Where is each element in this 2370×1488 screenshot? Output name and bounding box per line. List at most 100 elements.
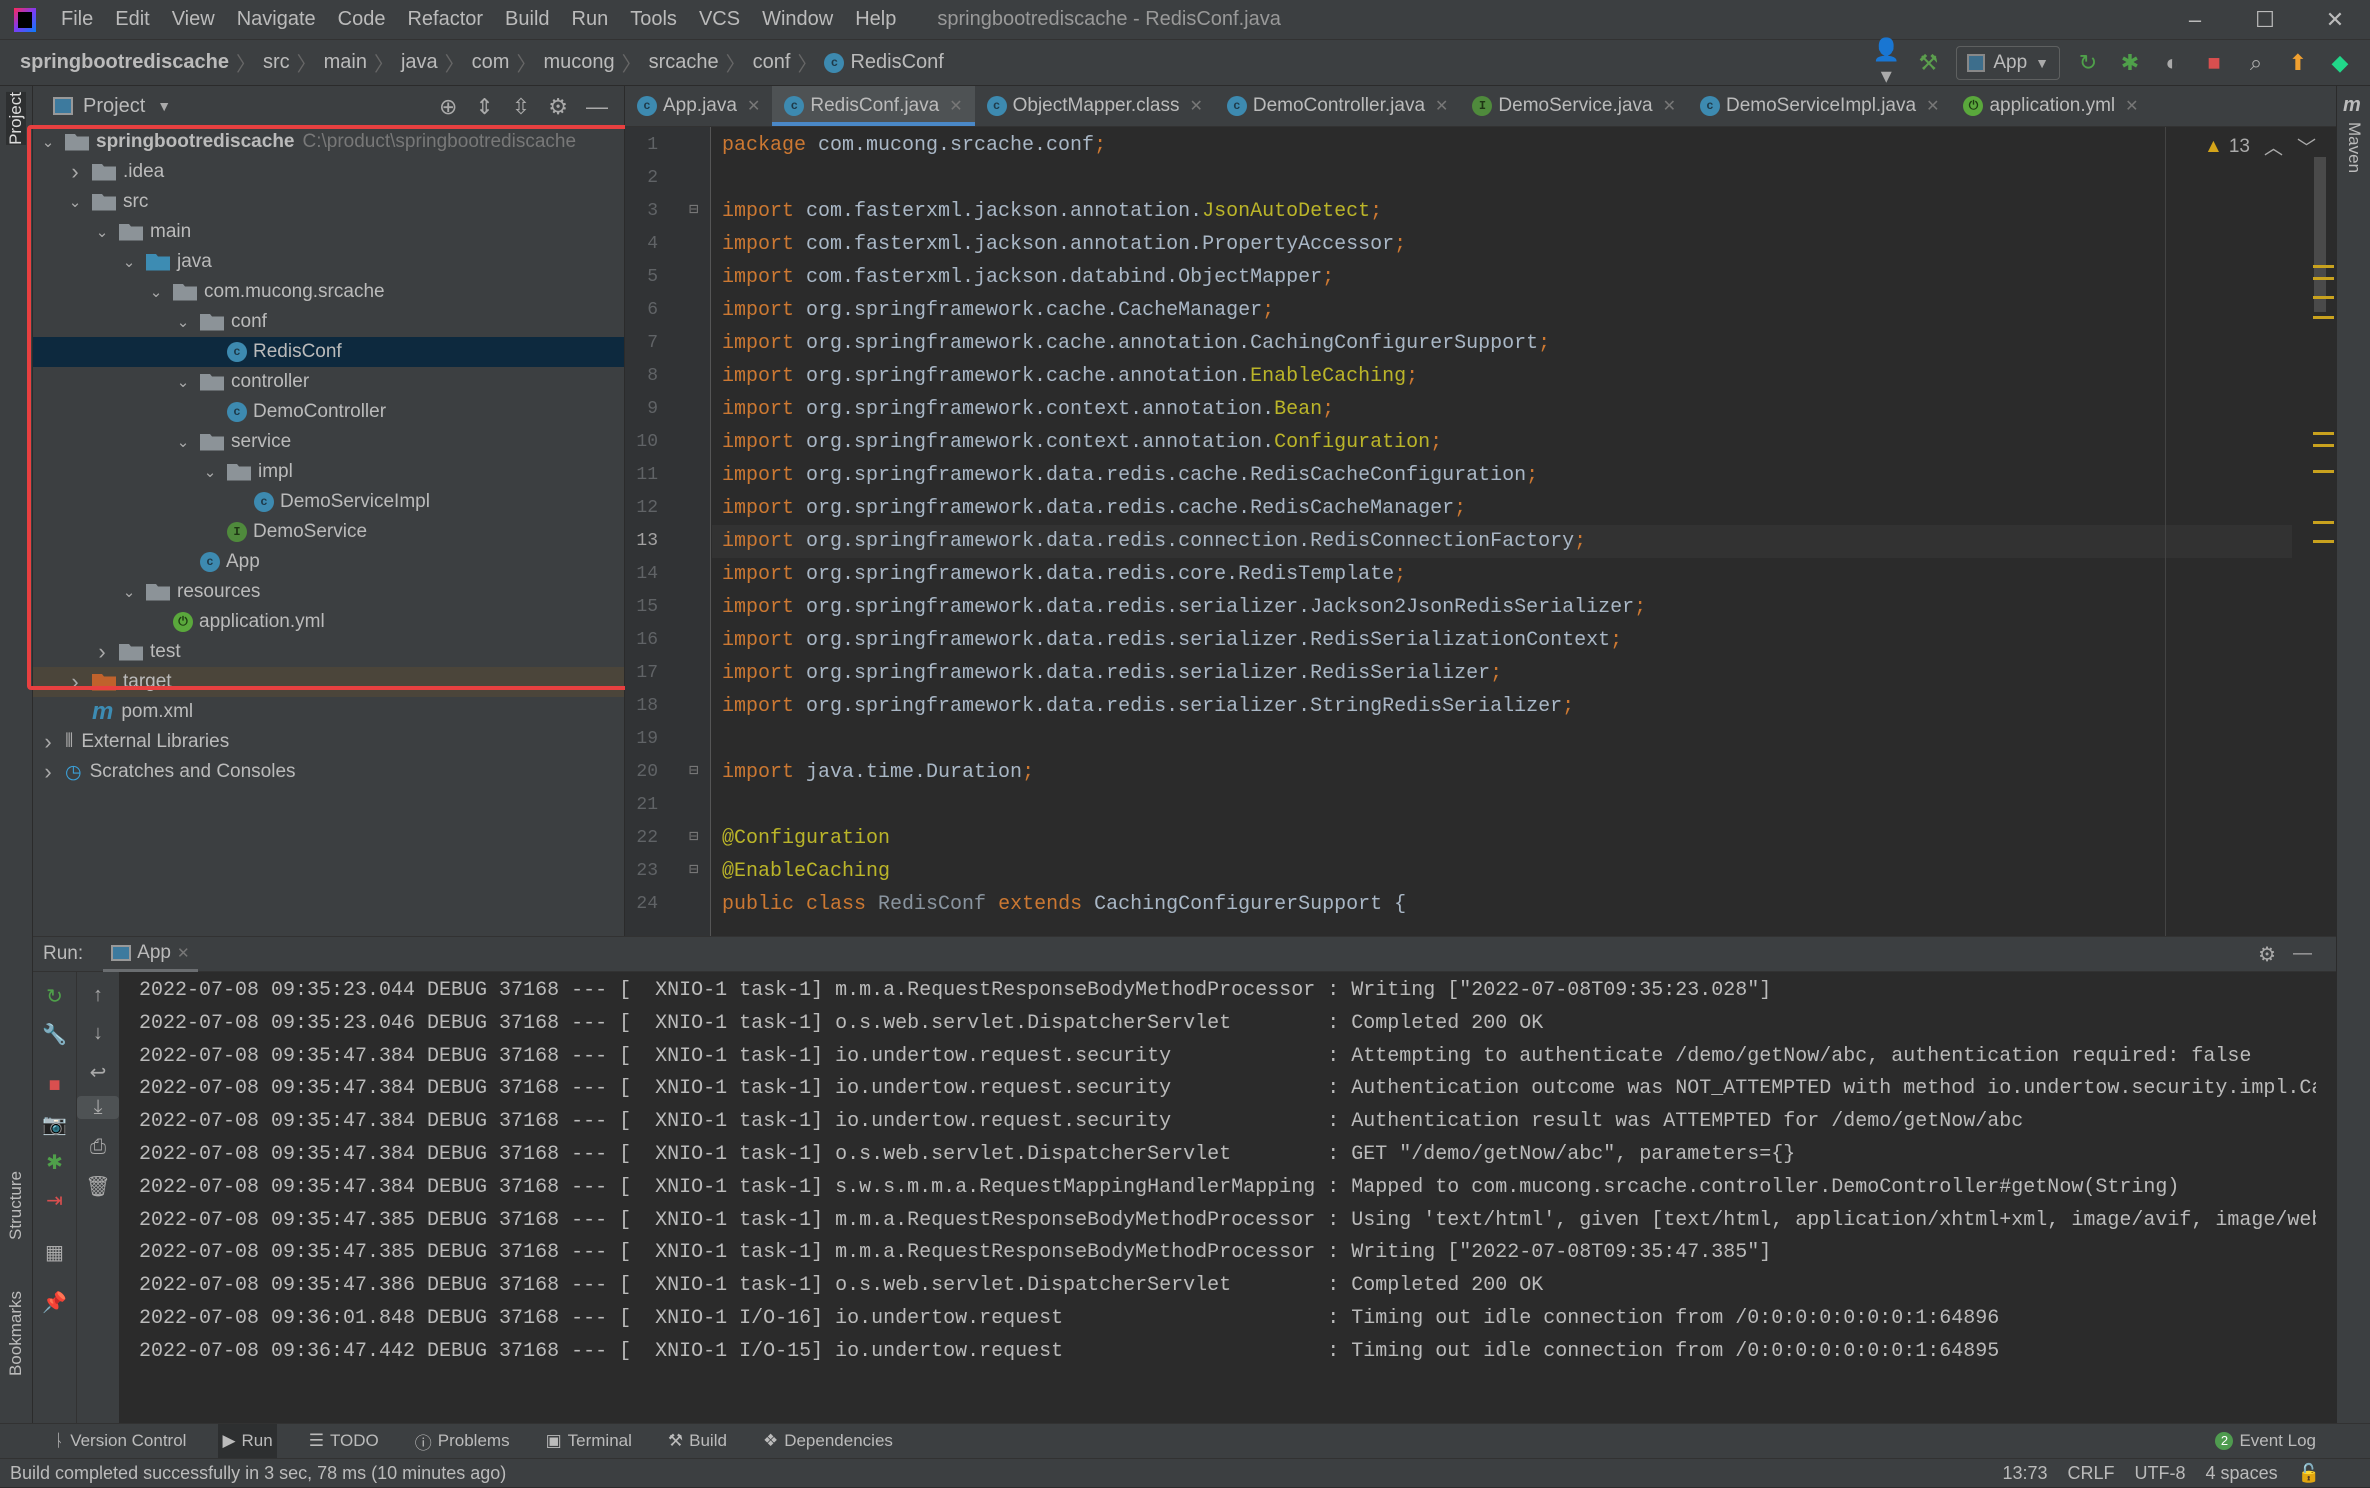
lock-icon[interactable]: 🔓 (2298, 1463, 2320, 1484)
tree-item[interactable]: c DemoController (33, 397, 624, 427)
arrow-up-icon[interactable]: ↑ (77, 984, 119, 1007)
warning-marker[interactable] (2313, 444, 2334, 447)
tree-item[interactable]: c DemoServiceImpl (33, 487, 624, 517)
close-tab-icon[interactable]: ✕ (1663, 96, 1676, 116)
tree-item[interactable]: ⏻ application.yml (33, 607, 624, 637)
chevron-down-icon[interactable]: ⌄ (174, 373, 192, 391)
rerun-icon[interactable]: ↻ (33, 984, 76, 1009)
gear-icon[interactable]: ⚙ (548, 94, 568, 120)
tree-item[interactable]: › test (33, 637, 624, 667)
chevron-down-icon[interactable]: ⌄ (174, 313, 192, 331)
tab-democontroller-java[interactable]: c DemoController.java ✕ (1215, 86, 1461, 126)
tree-item[interactable]: ⌄ main (33, 217, 624, 247)
breadcrumb-com[interactable]: com (472, 51, 510, 74)
tab-app-java[interactable]: c App.java ✕ (625, 86, 772, 126)
maven-icon[interactable]: m (2343, 94, 2361, 117)
next-highlight-icon[interactable]: ﹀ (2297, 133, 2316, 160)
editor-scrollbar[interactable] (2314, 157, 2326, 312)
fold-icon[interactable]: ⊟ (689, 199, 699, 219)
breadcrumb-mucong[interactable]: mucong (543, 51, 614, 74)
file-encoding[interactable]: UTF-8 (2135, 1463, 2186, 1484)
breadcrumb-redisconf[interactable]: RedisConf (850, 51, 943, 74)
search-icon[interactable]: ⌕ (2242, 50, 2270, 76)
coverage-icon[interactable]: ◐ (2158, 50, 2186, 76)
menu-edit[interactable]: Edit (104, 8, 160, 31)
layout-icon[interactable]: ▦ (33, 1240, 76, 1265)
debug-icon[interactable]: ✱ (2116, 50, 2144, 76)
chevron-right-icon[interactable]: › (66, 159, 84, 185)
project-tool-button[interactable]: Project (6, 92, 26, 145)
maven-tool-button[interactable]: Maven (2344, 122, 2364, 173)
tree-item[interactable]: ⌄ impl (33, 457, 624, 487)
user-account-icon[interactable]: 👤▾ (1872, 37, 1900, 89)
rerun-icon[interactable]: ↻ (2074, 50, 2102, 76)
close-tab-icon[interactable]: ✕ (747, 96, 760, 116)
tool-problems[interactable]: ⓘ Problems (411, 1424, 514, 1459)
tool-run[interactable]: ▶ Run (218, 1423, 277, 1459)
tab-demoserviceimpl-java[interactable]: c DemoServiceImpl.java ✕ (1688, 86, 1951, 126)
close-tab-icon[interactable]: ✕ (2125, 96, 2138, 116)
line-separator[interactable]: CRLF (2068, 1463, 2115, 1484)
hide-icon[interactable]: — (2293, 943, 2312, 965)
gear-icon[interactable]: ⚙ (2258, 942, 2276, 967)
breadcrumb-main[interactable]: main (324, 51, 367, 74)
close-tab-icon[interactable]: ✕ (1926, 96, 1939, 116)
breadcrumb-java[interactable]: java (401, 51, 438, 74)
exit-icon[interactable]: ⇥ (33, 1188, 76, 1213)
locate-file-icon[interactable]: ⊕ (439, 94, 457, 120)
tree-item[interactable]: ⌄ java (33, 247, 624, 277)
update-icon[interactable]: ⬆ (2284, 50, 2312, 76)
code-with-me-icon[interactable]: ◆ (2326, 50, 2354, 76)
warning-marker[interactable] (2313, 316, 2334, 319)
chevron-down-icon[interactable]: ⌄ (120, 253, 138, 271)
menu-code[interactable]: Code (327, 8, 397, 31)
warning-marker[interactable] (2313, 277, 2334, 280)
warning-marker[interactable] (2313, 296, 2334, 299)
tool-todo[interactable]: ☰ TODO (305, 1424, 383, 1459)
close-tab-icon[interactable]: ✕ (177, 944, 190, 962)
caret-position[interactable]: 13:73 (2002, 1463, 2047, 1484)
warning-marker[interactable] (2313, 265, 2334, 268)
close-tab-icon[interactable]: ✕ (949, 96, 962, 116)
arrow-down-icon[interactable]: ↓ (77, 1022, 119, 1045)
chevron-down-icon[interactable]: ⌄ (174, 433, 192, 451)
status-message[interactable]: Build completed successfully in 3 sec, 7… (10, 1463, 506, 1484)
bookmarks-tool-button[interactable]: Bookmarks (6, 1291, 26, 1376)
minimize-button[interactable]: – (2160, 0, 2230, 40)
tool-dependencies[interactable]: ❖ Dependencies (759, 1424, 897, 1459)
debug-attach-icon[interactable]: ✱ (33, 1150, 76, 1175)
tree-item[interactable]: ⌄ src (33, 187, 624, 217)
print-icon[interactable]: ⎙ (77, 1136, 119, 1159)
run-tab-app[interactable]: App ✕ (103, 937, 198, 972)
chevron-down-icon[interactable]: ▼ (157, 98, 171, 114)
chevron-down-icon[interactable]: ⌄ (201, 463, 219, 481)
code-editor[interactable]: 1 2 3 4 5 6 7 8 9 10 11 12 13 14 15 16 17 18 19 20 21 22 23 24 ⊟… (625, 127, 2336, 936)
tree-item[interactable]: ⌄ resources (33, 577, 624, 607)
breadcrumb-src[interactable]: src (263, 51, 290, 74)
tree-item[interactable]: ⌄ service (33, 427, 624, 457)
project-panel-title[interactable]: Project (83, 95, 145, 118)
soft-wrap-icon[interactable]: ↩ (77, 1060, 119, 1085)
fold-icon[interactable]: ⊟ (689, 760, 699, 780)
chevron-right-icon[interactable]: › (39, 729, 57, 755)
tool-version-control[interactable]: ᚿ Version Control (50, 1424, 190, 1459)
breadcrumb-conf[interactable]: conf (753, 51, 791, 74)
tool-terminal[interactable]: ▣ Terminal (542, 1424, 636, 1459)
menu-refactor[interactable]: Refactor (396, 8, 494, 31)
chevron-right-icon[interactable]: › (66, 669, 84, 695)
chevron-down-icon[interactable]: ⌄ (120, 583, 138, 601)
tree-item[interactable]: › target (33, 667, 624, 697)
menu-tools[interactable]: Tools (619, 8, 688, 31)
tree-item[interactable]: › ⦀ External Libraries (33, 727, 624, 757)
stop-icon[interactable]: ■ (33, 1074, 76, 1097)
tool-build[interactable]: ⚒ Build (664, 1424, 731, 1459)
tree-item[interactable]: I DemoService (33, 517, 624, 547)
tree-item[interactable]: ⌄ com.mucong.srcache (33, 277, 624, 307)
previous-highlight-icon[interactable]: ︿ (2264, 133, 2283, 160)
tree-item[interactable]: ⌄ conf (33, 307, 624, 337)
tab-application-yml[interactable]: ⏻ application.yml ✕ (1951, 86, 2150, 126)
menu-view[interactable]: View (161, 8, 226, 31)
build-hammer-icon[interactable]: ⚒ (1914, 50, 1942, 76)
tree-item[interactable]: › .idea (33, 157, 624, 187)
pin-icon[interactable]: 📌 (33, 1290, 76, 1315)
